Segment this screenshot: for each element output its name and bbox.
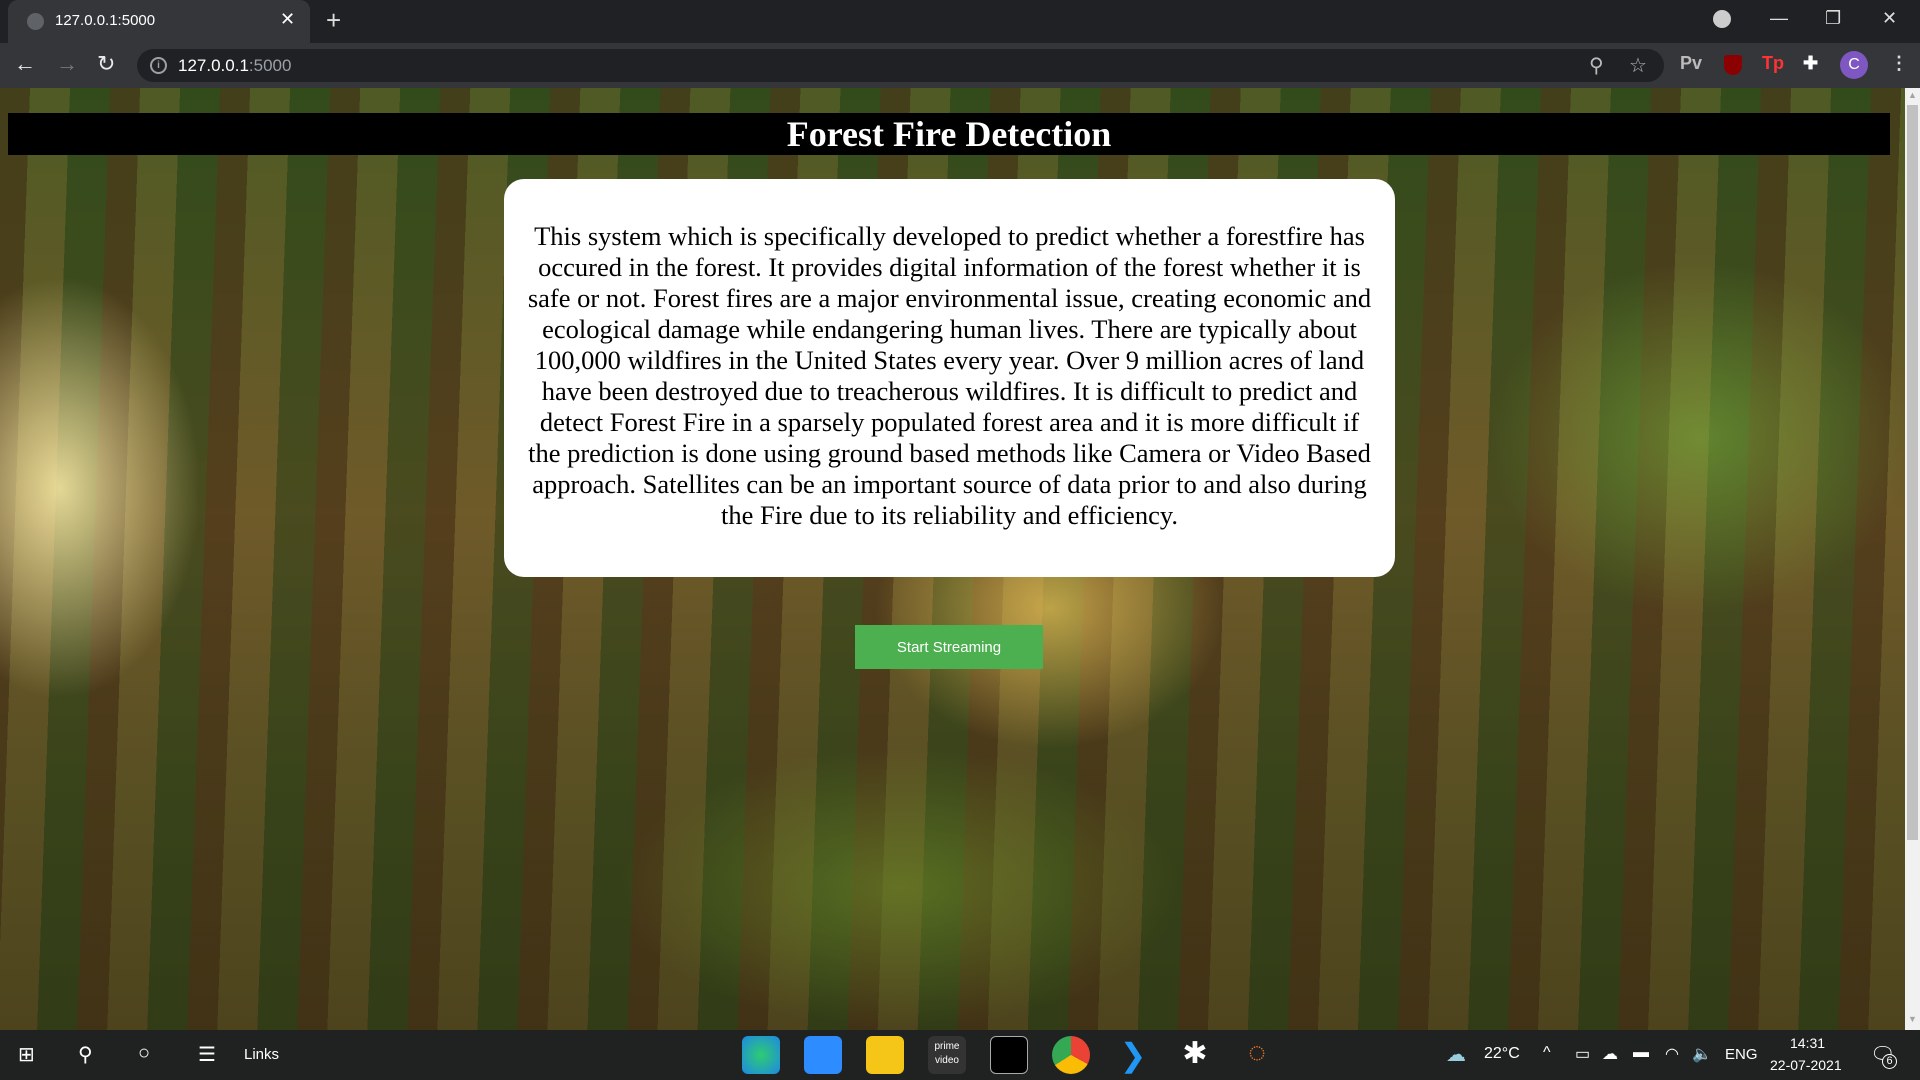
zoom-app-icon[interactable] (804, 1036, 842, 1074)
close-tab-icon[interactable]: ✕ (280, 9, 295, 30)
weather-icon[interactable]: ☁ (1446, 1042, 1466, 1067)
windows-start-icon[interactable]: ⊞ (18, 1042, 35, 1067)
links-toolbar[interactable]: Links (244, 1046, 279, 1063)
onedrive-error-icon[interactable]: ☁ (1602, 1044, 1618, 1064)
browser-tab[interactable]: 127.0.0.1:5000 ✕ (8, 0, 310, 43)
reload-icon[interactable]: ↻ (97, 51, 115, 77)
close-window-button[interactable]: ✕ (1882, 8, 1897, 29)
tab-strip: 127.0.0.1:5000 ✕ + — ❐ ✕ (0, 0, 1920, 43)
spider-app-icon[interactable]: ✱ (1176, 1036, 1214, 1074)
tp-extension-icon[interactable]: Tp (1762, 53, 1784, 74)
url-text: 127.0.0.1:5000 (178, 56, 292, 75)
tab-search-icon[interactable] (1713, 10, 1731, 28)
edge-icon[interactable] (742, 1036, 780, 1074)
info-icon[interactable]: i (150, 57, 167, 74)
jupyter-icon[interactable]: ◌ (1238, 1036, 1276, 1074)
description-text: This system which is specifically develo… (527, 221, 1372, 530)
weather-temp[interactable]: 22°C (1484, 1045, 1520, 1063)
clock-time[interactable]: 14:31 (1790, 1035, 1825, 1051)
scrollbar-thumb[interactable] (1907, 105, 1918, 840)
back-icon[interactable]: ← (14, 51, 36, 77)
restore-button[interactable]: ❐ (1825, 8, 1841, 29)
bookmark-star-icon[interactable]: ☆ (1629, 53, 1647, 78)
forward-icon[interactable]: → (56, 51, 78, 77)
camera-icon[interactable]: ▭ (1575, 1044, 1590, 1064)
tab-title: 127.0.0.1:5000 (55, 12, 156, 29)
search-icon[interactable]: ⚲ (78, 1042, 93, 1067)
prime-video-icon[interactable]: prime video (928, 1036, 966, 1074)
menu-kebab-icon[interactable]: ⋮ (1890, 53, 1908, 74)
browser-toolbar: ← → ↻ i 127.0.0.1:5000 ⚲ ☆ Pv Tp ✚ C ⋮ (0, 43, 1920, 88)
address-bar[interactable]: i 127.0.0.1:5000 ⚲ ☆ (137, 49, 1664, 82)
page-viewport: Forest Fire Detection This system which … (0, 88, 1905, 1030)
minimize-button[interactable]: — (1770, 8, 1788, 29)
puzzle-icon[interactable]: ✚ (1803, 53, 1818, 74)
scroll-down-icon[interactable]: ▼ (1908, 1014, 1917, 1024)
scroll-up-icon[interactable]: ▲ (1908, 90, 1917, 100)
taskbar: ⊞ ⚲ ○ ☰ Links prime video ❯ ✱ ◌ ☁ 22°C ^… (0, 1030, 1920, 1080)
ublock-icon[interactable] (1724, 55, 1742, 75)
globe-icon (27, 13, 44, 30)
chrome-icon[interactable] (1052, 1036, 1090, 1074)
terminal-icon[interactable] (990, 1036, 1028, 1074)
new-tab-button[interactable]: + (326, 5, 341, 36)
volume-icon[interactable]: 🔈 (1692, 1044, 1712, 1064)
zoom-icon[interactable]: ⚲ (1589, 53, 1604, 78)
page-title: Forest Fire Detection (786, 114, 1112, 154)
wifi-icon[interactable]: ◠ (1665, 1044, 1679, 1064)
notification-count: 6 (1882, 1054, 1897, 1069)
start-streaming-button[interactable]: Start Streaming (855, 625, 1043, 669)
page-header: Forest Fire Detection (8, 113, 1890, 155)
pv-extension-icon[interactable]: Pv (1680, 53, 1702, 74)
scrollbar[interactable]: ▲ ▼ (1905, 88, 1920, 1030)
language-indicator[interactable]: ENG (1725, 1046, 1758, 1063)
show-hidden-icons[interactable]: ^ (1543, 1044, 1551, 1062)
battery-icon[interactable]: ▬ (1633, 1044, 1649, 1062)
profile-avatar[interactable]: C (1840, 51, 1868, 79)
cortana-icon[interactable]: ○ (138, 1042, 150, 1065)
task-view-icon[interactable]: ☰ (198, 1042, 216, 1067)
description-card: This system which is specifically develo… (504, 179, 1395, 577)
file-explorer-icon[interactable] (866, 1036, 904, 1074)
clock-date[interactable]: 22-07-2021 (1770, 1057, 1842, 1073)
vscode-icon[interactable]: ❯ (1114, 1036, 1152, 1074)
